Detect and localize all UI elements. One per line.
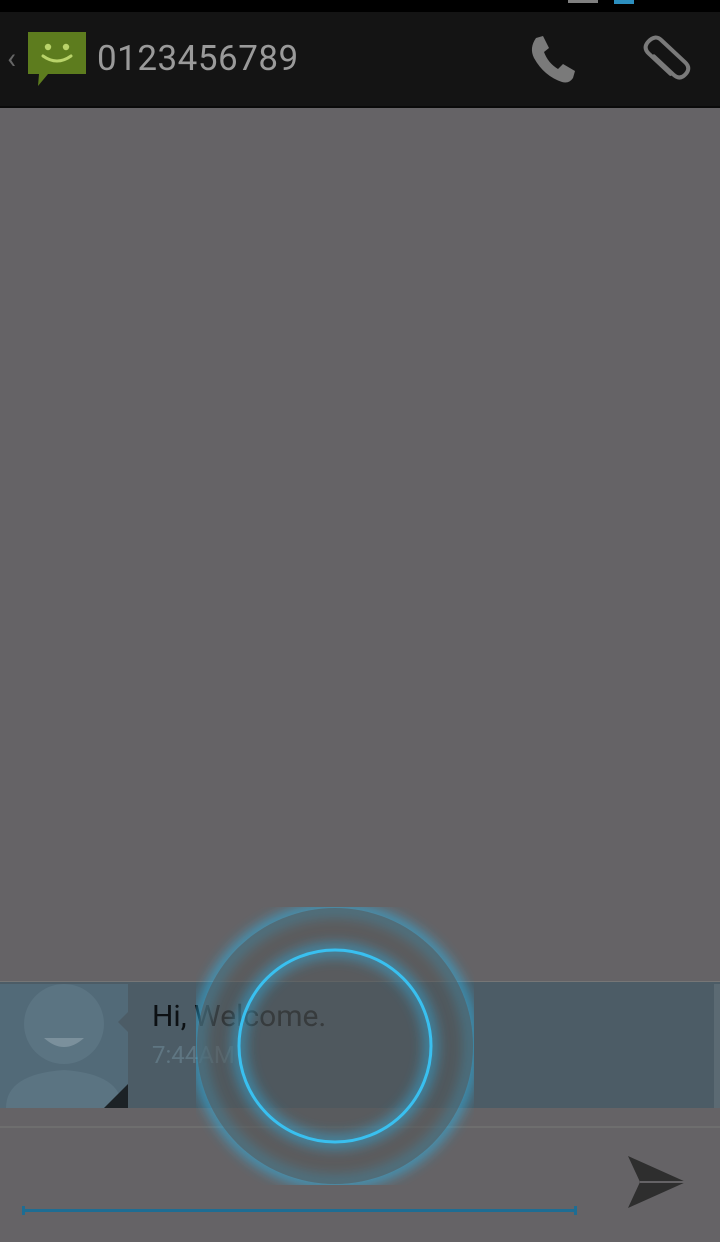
- send-icon[interactable]: [624, 1150, 688, 1214]
- contact-avatar[interactable]: [0, 984, 128, 1108]
- status-icon: [568, 0, 598, 3]
- messaging-app-icon[interactable]: [26, 28, 88, 90]
- input-corner: [22, 1206, 25, 1215]
- bubble-notch: [118, 1010, 130, 1034]
- conversation-title: 0123456789: [97, 38, 299, 79]
- status-icon: [614, 0, 634, 4]
- paperclip-icon[interactable]: [635, 30, 695, 90]
- message-timestamp: 7:44AM: [152, 1041, 235, 1069]
- input-corner: [574, 1206, 577, 1215]
- compose-message-input[interactable]: [22, 1140, 577, 1212]
- chevron-left-icon[interactable]: ‹: [7, 44, 16, 74]
- message-thread[interactable]: [0, 108, 720, 980]
- status-bar: [0, 0, 720, 12]
- screen: ‹ 0123456789 Hi, Welcome. 7:44AM: [0, 0, 720, 1242]
- message-text: Hi, Welcome.: [152, 999, 327, 1034]
- divider: [0, 1126, 720, 1128]
- phone-icon[interactable]: [522, 30, 582, 90]
- action-bar: ‹ 0123456789: [0, 12, 720, 108]
- message-edge: [714, 984, 720, 1108]
